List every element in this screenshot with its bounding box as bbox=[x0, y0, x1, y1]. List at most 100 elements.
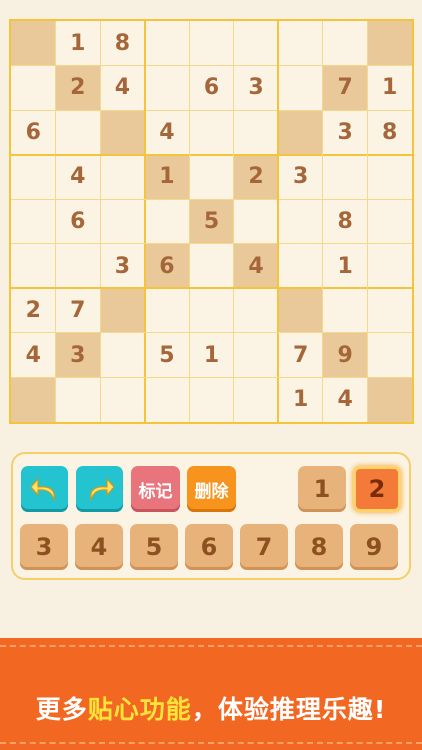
sudoku-cell[interactable]: 4 bbox=[11, 333, 56, 378]
sudoku-cell[interactable] bbox=[367, 155, 412, 200]
sudoku-cell[interactable] bbox=[234, 288, 279, 333]
grid-line bbox=[11, 109, 412, 111]
sudoku-cell[interactable] bbox=[11, 66, 56, 111]
sudoku-cell[interactable]: 3 bbox=[55, 332, 101, 378]
sudoku-cell[interactable] bbox=[367, 377, 412, 422]
sudoku-cell[interactable] bbox=[189, 21, 234, 66]
number-button-2[interactable]: 2 bbox=[353, 466, 401, 512]
sudoku-cell[interactable]: 6 bbox=[189, 66, 234, 111]
sudoku-cell[interactable] bbox=[56, 377, 101, 422]
sudoku-cell[interactable]: 5 bbox=[145, 333, 190, 378]
sudoku-cell[interactable]: 3 bbox=[100, 244, 145, 289]
sudoku-cell[interactable]: 4 bbox=[56, 155, 101, 200]
sudoku-cell[interactable] bbox=[234, 377, 279, 422]
sudoku-cell[interactable] bbox=[11, 199, 56, 244]
sudoku-cell[interactable] bbox=[11, 21, 56, 66]
sudoku-cell[interactable] bbox=[278, 288, 323, 333]
sudoku-cell[interactable] bbox=[11, 244, 56, 289]
sudoku-cell[interactable] bbox=[367, 288, 412, 333]
sudoku-cell[interactable]: 7 bbox=[322, 65, 368, 111]
sudoku-cell[interactable] bbox=[100, 377, 145, 422]
sudoku-cell[interactable]: 3 bbox=[278, 155, 323, 200]
sudoku-cell[interactable] bbox=[11, 155, 56, 200]
sudoku-cell[interactable]: 6 bbox=[56, 199, 101, 244]
delete-button[interactable]: 删除 bbox=[187, 466, 236, 512]
sudoku-cell[interactable] bbox=[100, 155, 145, 200]
sudoku-cell[interactable]: 6 bbox=[11, 110, 56, 155]
sudoku-cell[interactable]: 1 bbox=[56, 21, 101, 66]
number-button-1[interactable]: 1 bbox=[298, 466, 346, 512]
sudoku-cell[interactable]: 1 bbox=[278, 377, 323, 422]
sudoku-cell[interactable] bbox=[145, 21, 190, 66]
undo-button[interactable] bbox=[21, 466, 68, 512]
sudoku-cell[interactable]: 4 bbox=[145, 110, 190, 155]
sudoku-cell[interactable] bbox=[145, 199, 190, 244]
sudoku-cell[interactable] bbox=[234, 110, 279, 155]
sudoku-cell[interactable] bbox=[100, 333, 145, 378]
sudoku-cell[interactable] bbox=[323, 288, 368, 333]
number-button-3[interactable]: 3 bbox=[20, 524, 68, 570]
sudoku-cell[interactable]: 5 bbox=[189, 199, 234, 244]
sudoku-cell[interactable] bbox=[189, 244, 234, 289]
sudoku-cell[interactable]: 1 bbox=[189, 333, 234, 378]
number-button-5[interactable]: 5 bbox=[130, 524, 178, 570]
sudoku-cell[interactable] bbox=[234, 199, 279, 244]
sudoku-cell[interactable]: 8 bbox=[367, 110, 412, 155]
number-button-7[interactable]: 7 bbox=[240, 524, 288, 570]
sudoku-cell[interactable] bbox=[100, 288, 145, 333]
sudoku-cell[interactable]: 8 bbox=[100, 21, 145, 66]
sudoku-cell[interactable] bbox=[145, 377, 190, 422]
sudoku-cell[interactable] bbox=[189, 110, 234, 155]
sudoku-cell[interactable] bbox=[100, 110, 145, 155]
sudoku-cell[interactable] bbox=[145, 66, 190, 111]
grid-line bbox=[11, 287, 412, 290]
number-button-9[interactable]: 9 bbox=[350, 524, 398, 570]
sudoku-cell[interactable] bbox=[145, 288, 190, 333]
sudoku-cell[interactable] bbox=[234, 333, 279, 378]
sudoku-cell[interactable] bbox=[367, 244, 412, 289]
sudoku-cell[interactable]: 6 bbox=[144, 243, 190, 289]
sudoku-cell[interactable] bbox=[189, 155, 234, 200]
sudoku-cell[interactable]: 4 bbox=[323, 377, 368, 422]
sudoku-cell[interactable] bbox=[56, 244, 101, 289]
sudoku-cell[interactable]: 9 bbox=[322, 332, 368, 378]
sudoku-cell[interactable] bbox=[278, 244, 323, 289]
promo-banner: 更多贴心功能，体验推理乐趣! bbox=[0, 638, 422, 750]
sudoku-cell[interactable] bbox=[278, 21, 323, 66]
sudoku-cell[interactable]: 1 bbox=[144, 154, 190, 200]
grid-line bbox=[143, 21, 146, 422]
sudoku-cell[interactable]: 7 bbox=[278, 333, 323, 378]
sudoku-cell[interactable] bbox=[100, 199, 145, 244]
sudoku-cell[interactable]: 4 bbox=[100, 66, 145, 111]
sudoku-cell[interactable] bbox=[278, 110, 323, 155]
sudoku-cell[interactable] bbox=[278, 66, 323, 111]
sudoku-cell[interactable] bbox=[234, 21, 279, 66]
sudoku-cell[interactable]: 2 bbox=[233, 154, 279, 200]
redo-button[interactable] bbox=[76, 466, 123, 512]
sudoku-cell[interactable] bbox=[11, 377, 56, 422]
sudoku-cell[interactable]: 2 bbox=[11, 288, 56, 333]
sudoku-cell[interactable] bbox=[323, 155, 368, 200]
sudoku-cell[interactable]: 3 bbox=[234, 66, 279, 111]
number-button-8[interactable]: 8 bbox=[295, 524, 343, 570]
sudoku-cell[interactable] bbox=[367, 21, 412, 66]
sudoku-cell[interactable] bbox=[278, 199, 323, 244]
number-button-4[interactable]: 4 bbox=[75, 524, 123, 570]
sudoku-cell[interactable]: 1 bbox=[323, 244, 368, 289]
mark-button[interactable]: 标记 bbox=[131, 466, 180, 512]
sudoku-cell[interactable] bbox=[367, 333, 412, 378]
number-button-6[interactable]: 6 bbox=[185, 524, 233, 570]
grid-line bbox=[99, 21, 101, 422]
sudoku-cell[interactable]: 2 bbox=[55, 65, 101, 111]
sudoku-cell[interactable] bbox=[323, 21, 368, 66]
grid-line bbox=[11, 153, 412, 156]
sudoku-cell[interactable]: 8 bbox=[323, 199, 368, 244]
sudoku-cell[interactable] bbox=[367, 199, 412, 244]
sudoku-cell[interactable]: 7 bbox=[56, 288, 101, 333]
sudoku-cell[interactable]: 1 bbox=[367, 66, 412, 111]
sudoku-cell[interactable] bbox=[189, 288, 234, 333]
sudoku-cell[interactable] bbox=[56, 110, 101, 155]
sudoku-cell[interactable]: 3 bbox=[323, 110, 368, 155]
sudoku-cell[interactable] bbox=[189, 377, 234, 422]
sudoku-cell[interactable]: 4 bbox=[233, 243, 279, 289]
